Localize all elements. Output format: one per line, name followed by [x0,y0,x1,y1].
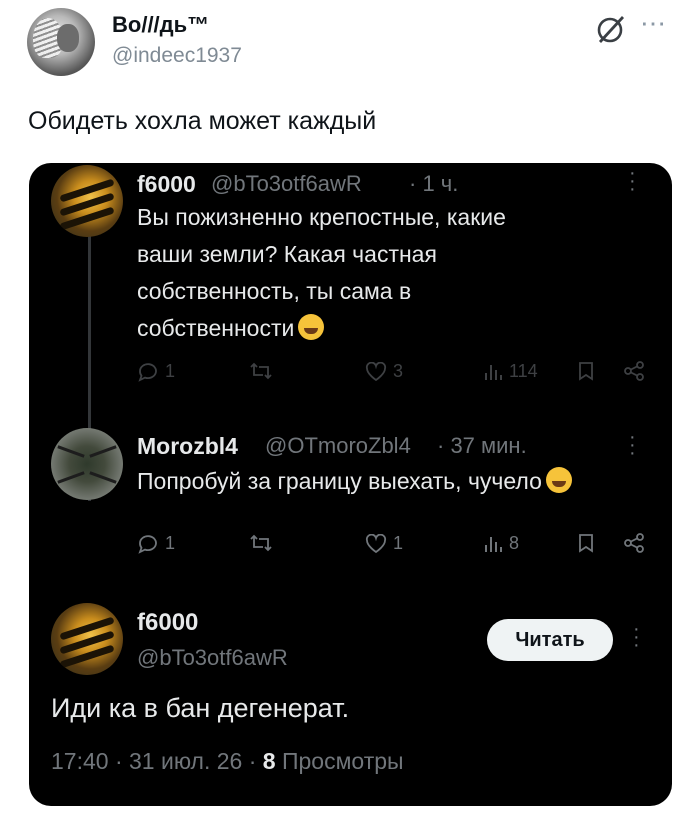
main-tweet-name[interactable]: f6000 [137,609,198,637]
share-icon [624,533,644,553]
tweet1-time: · 1 ч. [409,171,459,196]
tweet1-share-button[interactable] [623,361,645,381]
tweet1-bookmark-button[interactable] [577,361,595,381]
post-text: Обидеть хохла может каждый [28,107,377,135]
bookmark-icon [579,534,593,553]
tweet2-like-button[interactable]: 1 [365,533,403,554]
tweet2-actions: 1 1 8 [137,533,657,563]
author-name[interactable]: Bo///дь™ [112,12,209,38]
post-header: Bo///дь™ @indeec1937 ⋯ [0,0,700,100]
tweet2-handle[interactable]: @OTmoroZbl4 [265,433,411,459]
views-icon [485,536,502,552]
main-tweet-avatar[interactable] [51,603,123,675]
tweet1-reply-button[interactable]: 1 [137,361,175,382]
tweet1-avatar[interactable] [51,165,123,237]
tweet1-repost-button[interactable] [249,361,273,381]
tweet1-actions: 1 3 114 [137,361,657,391]
heart-icon [365,361,387,381]
grok-icon[interactable] [594,12,628,46]
tweet2-time: · 37 мин. [437,433,527,458]
repost-icon [250,362,272,380]
reply-icon [138,534,157,554]
heart-icon [365,533,387,553]
tweet2-avatar[interactable] [51,428,123,500]
rofl-emoji-icon [545,467,572,493]
tweet1-views-button[interactable]: 114 [483,361,538,382]
tweet2-more-icon[interactable]: · · · [629,427,636,463]
bookmark-icon [579,362,593,381]
laughing-emoji-icon [298,314,325,340]
tweet2-repost-button[interactable] [249,533,273,553]
tweet1-more-icon[interactable]: · · · [629,163,636,199]
tweet2-text: Попробуй за границу выехать, чучело [137,463,572,500]
tweet1-text: Вы пожизненно крепостные, какие ваши зем… [137,204,506,341]
tweet1-handle[interactable]: @bTo3otf6awR [211,171,362,197]
tweet1-like-button[interactable]: 3 [365,361,403,382]
author-handle[interactable]: @indeec1937 [112,44,242,68]
tweet2-bookmark-button[interactable] [577,533,595,553]
views-count: 8 [262,748,276,774]
main-tweet-footer: 17:40 · 31 июл. 26 · 8 Просмотры [51,748,404,775]
embedded-screenshot: f6000 @bTo3otf6awR · 1 ч. · · · Вы пожизне… [29,163,672,806]
repost-icon [250,534,272,552]
main-tweet-handle[interactable]: @bTo3otf6awR [137,645,288,671]
tweet2-name[interactable]: Morozbl4 [137,433,238,460]
author-avatar[interactable] [27,8,95,76]
views-label: Просмотры [281,748,404,774]
tweet1-name[interactable]: f6000 [137,171,196,198]
main-tweet-text: Иди ка в бан дегенерат. [51,693,350,723]
more-options-icon[interactable]: ⋯ [640,8,667,39]
main-tweet-time: 17:40 · 31 июл. 26 · [51,748,257,774]
reply-icon [138,362,157,382]
follow-button[interactable]: Читать [487,619,613,661]
share-icon [624,361,644,381]
tweet2-share-button[interactable] [623,533,645,553]
tweet2-reply-button[interactable]: 1 [137,533,175,554]
main-tweet-more-icon[interactable]: · · · [633,619,640,655]
tweet2-views-button[interactable]: 8 [483,533,519,554]
views-icon [485,364,502,380]
